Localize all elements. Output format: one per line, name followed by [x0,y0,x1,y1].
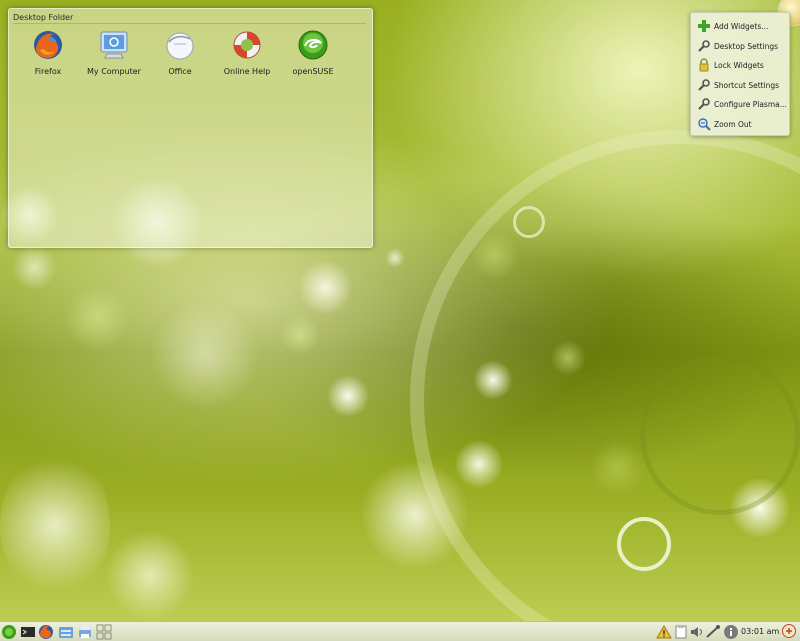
kickoff-menu-icon[interactable] [1,624,17,640]
desktop-icon-firefox[interactable]: Firefox [13,29,83,76]
plus-icon [698,20,710,32]
computer-icon [98,29,130,61]
panel-toolbox-icon[interactable] [781,623,797,639]
bokeh-light [65,285,130,350]
menu-item-configure-plasma[interactable]: Configure Plasma... [695,95,787,113]
zoom-out-icon [698,118,711,131]
bokeh-light [327,375,369,417]
bottom-panel: 03:01 am [0,621,800,641]
terminal-icon[interactable] [20,624,36,640]
bokeh-light [385,248,405,268]
menu-item-label: Desktop Settings [714,42,779,51]
desktop-icon-label: Online Help [223,67,271,76]
wrench-icon [698,40,710,52]
menu-item-label: Lock Widgets [714,61,764,70]
menu-item-zoom-out[interactable]: Zoom Out [695,115,787,133]
folder-title: Desktop Folder [13,13,74,22]
desktop-folder-widget[interactable]: Desktop Folder Firefox My Computer Offic… [8,8,373,248]
warning-icon[interactable] [656,624,672,640]
menu-item-lock-widgets[interactable]: Lock Widgets [695,56,787,74]
bokeh-ring [513,206,545,238]
network-icon[interactable] [705,624,721,640]
menu-item-desktop-settings[interactable]: Desktop Settings [695,37,787,55]
menu-item-label: Configure Plasma... [714,100,787,109]
folder-divider [13,23,366,24]
desktop-icon-opensuse[interactable]: openSUSE [278,29,348,76]
menu-item-add-widgets[interactable]: Add Widgets... [695,17,787,35]
desktop-icon-my-computer[interactable]: My Computer [79,29,149,76]
office-icon [164,29,196,61]
panel-clock[interactable]: 03:01 am [741,627,779,636]
menu-item-label: Shortcut Settings [714,81,780,90]
desktop-icon-office[interactable]: Office [145,29,215,76]
desktop-wallpaper[interactable]: Desktop Folder Firefox My Computer Offic… [0,0,800,640]
bokeh-light [150,300,260,410]
pager-icon[interactable] [96,624,112,640]
wrench-icon [698,98,710,110]
file-manager-icon[interactable] [58,624,74,640]
volume-icon[interactable] [689,624,705,640]
desktop-icon-label: Office [168,67,192,76]
desktop-icon-label: My Computer [87,67,141,76]
menu-item-shortcut-settings[interactable]: Shortcut Settings [695,76,787,94]
bokeh-light [0,450,110,600]
clipboard-icon[interactable] [673,624,689,640]
printer-icon[interactable] [77,624,93,640]
bokeh-light [105,530,195,620]
bokeh-ring [640,355,800,515]
bokeh-ring [617,517,671,571]
desktop-icon-label: Firefox [34,67,62,76]
opensuse-icon [297,29,329,61]
menu-item-label: Add Widgets... [714,22,769,31]
desktop-context-menu: Add Widgets... Desktop Settings Lock Wid… [690,12,790,136]
bokeh-light [12,245,57,290]
desktop-icon-online-help[interactable]: Online Help [212,29,282,76]
desktop-icon-label: openSUSE [292,67,334,76]
lock-icon [699,58,709,72]
wrench-icon [698,79,710,91]
help-lifebuoy-icon [231,29,263,61]
bokeh-light [280,315,320,355]
menu-item-label: Zoom Out [714,120,752,129]
firefox-icon[interactable] [38,624,54,640]
bokeh-light [298,260,353,315]
info-icon[interactable] [723,624,739,640]
firefox-icon [32,29,64,61]
